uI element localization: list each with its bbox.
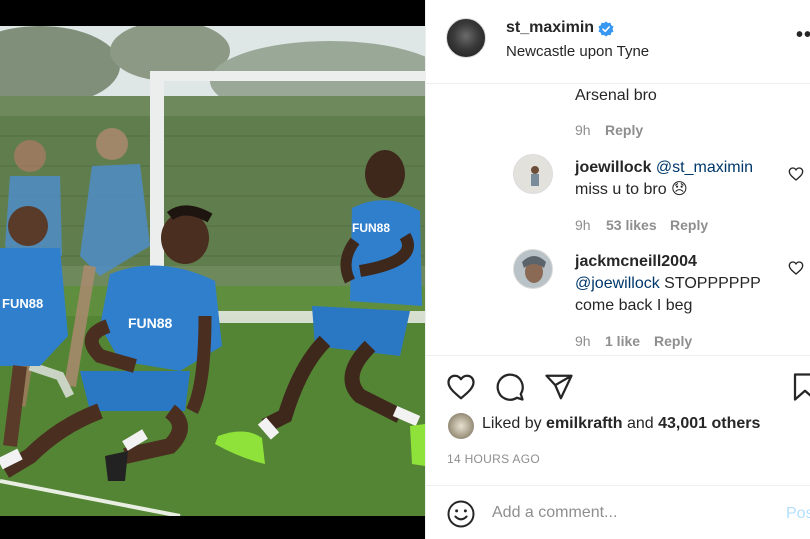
comment-time[interactable]: 9h (575, 217, 591, 233)
comment-username[interactable]: joewillock (575, 159, 651, 176)
comment-likes[interactable]: 1 like (605, 333, 640, 349)
verified-badge-icon (598, 21, 614, 37)
more-horizontal-icon[interactable]: •• (796, 24, 810, 47)
svg-text:FUN88: FUN88 (352, 221, 390, 235)
post-photo[interactable]: FUN88 FUN88 FUN88 (0, 26, 425, 516)
comment-body: @joewillock STOPPPPPP (575, 275, 761, 292)
comments-list: Arsenal bro 9h Reply joewillock @st_maxi… (426, 84, 810, 356)
comment-input[interactable] (492, 500, 772, 526)
avatar[interactable] (513, 154, 553, 194)
svg-text:FUN88: FUN88 (2, 296, 43, 311)
avatar[interactable] (446, 18, 486, 58)
avatar[interactable] (513, 249, 553, 289)
comment-body: miss u to bro 😞 (575, 181, 688, 198)
post-header: st_maximin Newcastle upon Tyne •• (426, 0, 810, 84)
comment-username: jackmcneill2004 (575, 253, 697, 270)
like-heart-icon[interactable] (446, 372, 476, 402)
comment-body-line2: come back I beg (575, 297, 693, 314)
training-photo-illustration: FUN88 FUN88 FUN88 (0, 26, 425, 516)
post-comment-button[interactable]: Post (786, 505, 810, 523)
comment-time[interactable]: 9h (575, 122, 591, 138)
post-photo-panel: FUN88 FUN88 FUN88 (0, 0, 425, 539)
share-send-icon[interactable] (544, 372, 574, 402)
liked-by-text: Liked by emilkrafth and 43,001 others (482, 415, 761, 432)
post-username[interactable]: st_maximin (506, 19, 594, 37)
bookmark-icon[interactable] (790, 372, 810, 402)
reply-button[interactable]: Reply (605, 122, 643, 138)
svg-text:FUN88: FUN88 (128, 315, 173, 331)
reply-button[interactable]: Reply (654, 333, 692, 349)
comment-text: joewillock @st_maximin (575, 157, 753, 179)
avatar[interactable] (448, 413, 474, 439)
like-comment-heart-icon[interactable] (788, 166, 804, 182)
reply-button[interactable]: Reply (670, 217, 708, 233)
comment-text: Arsenal bro (575, 87, 657, 104)
comment-mention[interactable]: @joewillock (575, 275, 660, 292)
post-location[interactable]: Newcastle upon Tyne (506, 43, 649, 60)
emoji-smile-icon[interactable] (446, 499, 476, 529)
post-timestamp[interactable]: 14 HOURS AGO (447, 452, 540, 466)
avatar-photo-icon (514, 155, 552, 193)
liked-by-user[interactable]: emilkrafth (546, 415, 622, 432)
avatar-photo-icon (514, 250, 552, 288)
post-sidebar: st_maximin Newcastle upon Tyne •• Arsena… (425, 0, 810, 539)
comment-likes[interactable]: 53 likes (606, 217, 657, 233)
add-comment-bar: Post (426, 487, 810, 539)
liked-by-others[interactable]: 43,001 others (658, 415, 760, 432)
comment-mention[interactable]: @st_maximin (656, 159, 753, 176)
comment-bubble-icon[interactable] (495, 372, 525, 402)
comment-time[interactable]: 9h (575, 333, 591, 349)
like-comment-heart-icon[interactable] (788, 260, 804, 276)
